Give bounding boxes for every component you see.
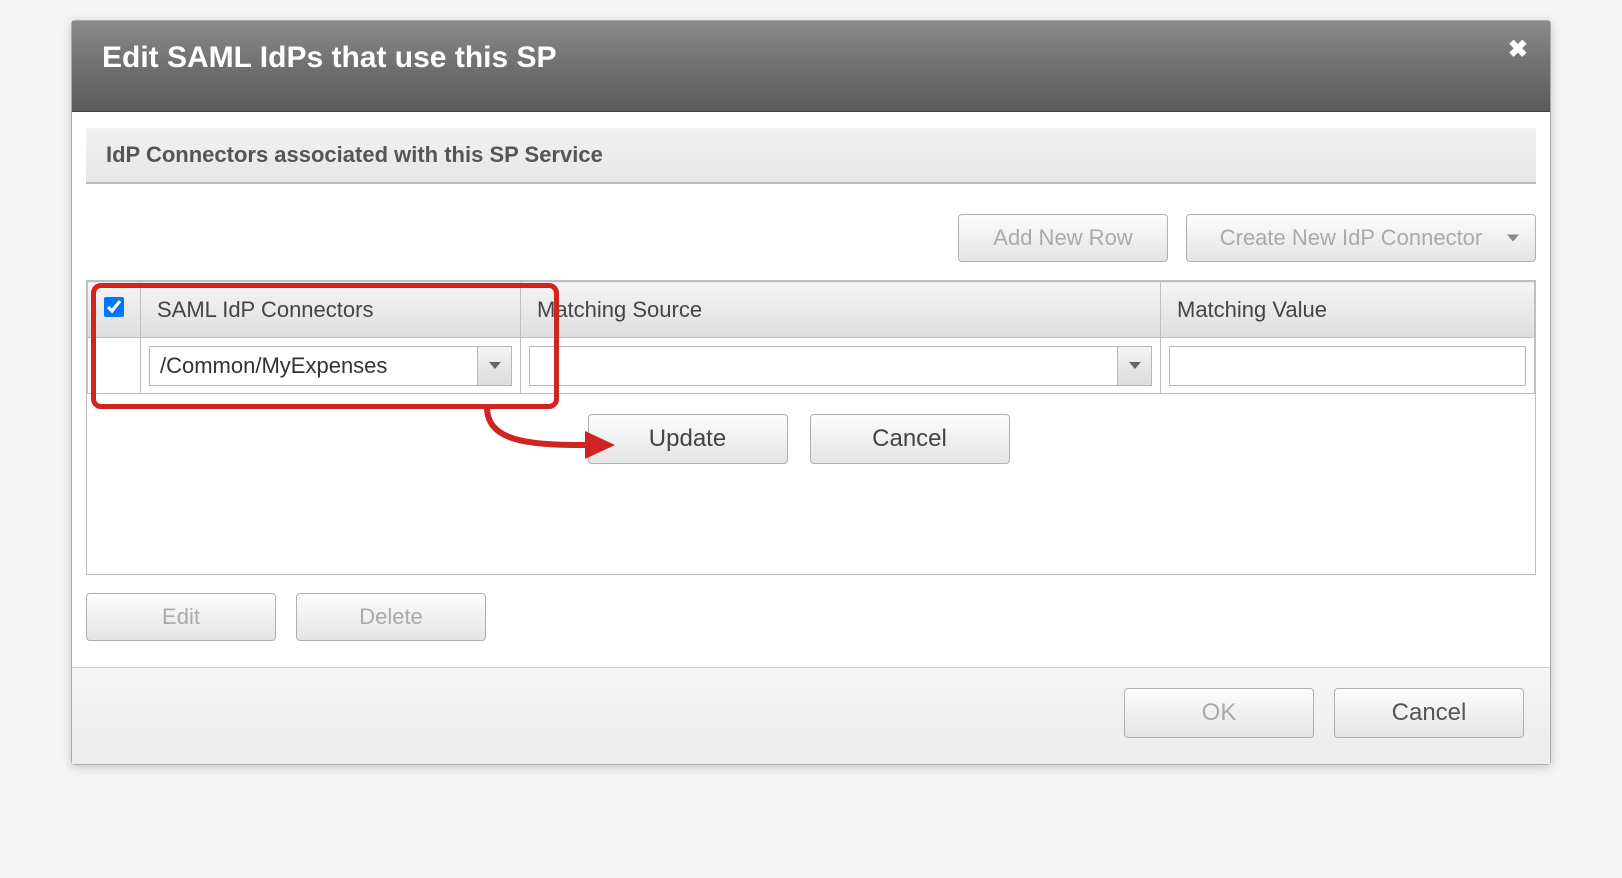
select-all-checkbox[interactable] — [104, 297, 124, 317]
edit-button[interactable]: Edit — [86, 593, 276, 641]
column-header-connectors[interactable]: SAML IdP Connectors — [141, 282, 521, 338]
dialog-body: IdP Connectors associated with this SP S… — [72, 128, 1550, 667]
toolbar: Add New Row Create New IdP Connector — [72, 184, 1550, 280]
footer-cancel-button[interactable]: Cancel — [1334, 688, 1524, 738]
delete-button[interactable]: Delete — [296, 593, 486, 641]
section-title: IdP Connectors associated with this SP S… — [86, 128, 1536, 184]
dialog-footer: OK Cancel — [72, 667, 1550, 764]
spacer-row — [88, 484, 1535, 574]
idp-connectors-table: SAML IdP Connectors Matching Source Matc… — [87, 281, 1535, 574]
row-checkbox-cell — [88, 338, 141, 394]
inline-action-row: Update Cancel — [88, 394, 1535, 485]
close-icon[interactable]: ✖ — [1508, 35, 1528, 64]
matching-value-input[interactable] — [1169, 346, 1526, 386]
cancel-button[interactable]: Cancel — [810, 414, 1010, 464]
add-new-row-button[interactable]: Add New Row — [958, 214, 1168, 262]
chevron-down-icon[interactable] — [1117, 347, 1151, 385]
column-header-matching-source[interactable]: Matching Source — [521, 282, 1161, 338]
dialog-header: Edit SAML IdPs that use this SP ✖ — [72, 21, 1550, 112]
table-actions: Edit Delete — [72, 575, 1550, 667]
saml-idp-connector-select[interactable]: /Common/MyExpenses — [149, 346, 512, 386]
idp-connectors-table-container: SAML IdP Connectors Matching Source Matc… — [86, 280, 1536, 575]
create-new-idp-connector-label: Create New IdP Connector — [1220, 225, 1483, 251]
dialog-title: Edit SAML IdPs that use this SP — [102, 41, 1520, 75]
ok-button[interactable]: OK — [1124, 688, 1314, 738]
matching-source-select[interactable] — [529, 346, 1152, 386]
chevron-down-icon[interactable] — [477, 347, 511, 385]
saml-idp-connector-value: /Common/MyExpenses — [150, 353, 477, 379]
edit-saml-idps-dialog: Edit SAML IdPs that use this SP ✖ IdP Co… — [71, 20, 1551, 765]
select-all-header — [88, 282, 141, 338]
update-button[interactable]: Update — [588, 414, 788, 464]
column-header-matching-value[interactable]: Matching Value — [1161, 282, 1535, 338]
table-row: /Common/MyExpenses — [88, 338, 1535, 394]
create-new-idp-connector-button[interactable]: Create New IdP Connector — [1186, 214, 1536, 262]
